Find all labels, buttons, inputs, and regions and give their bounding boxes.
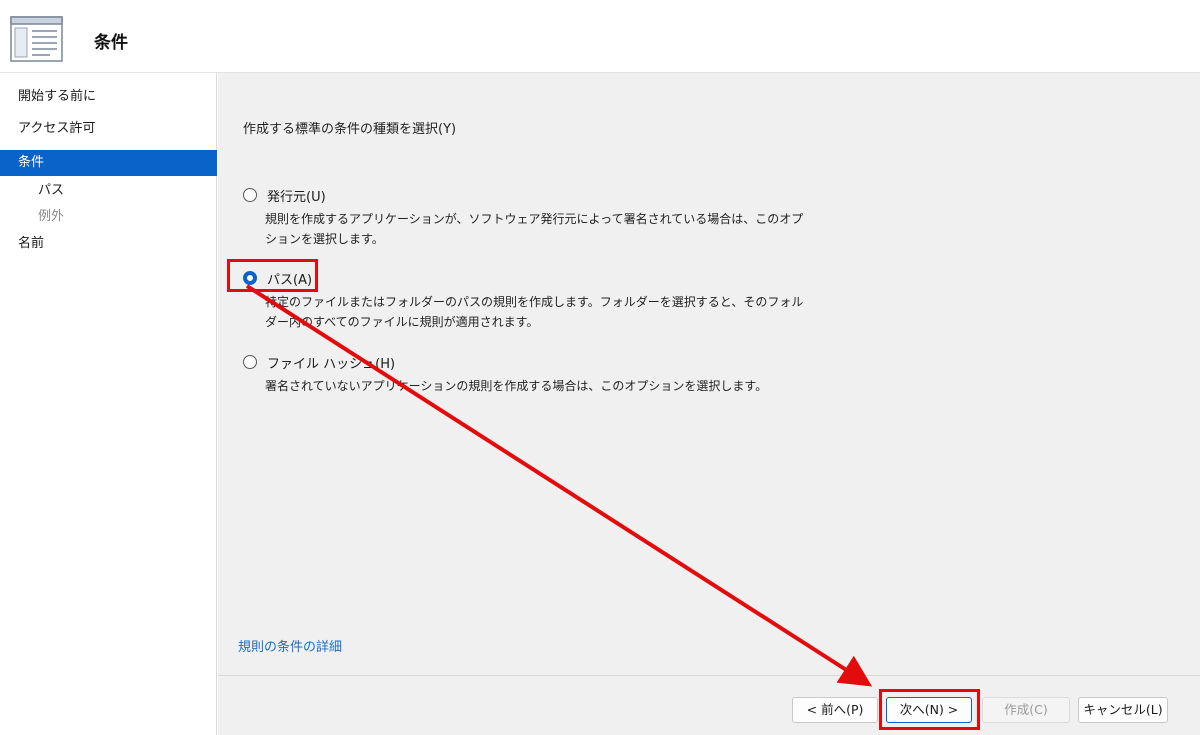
sidebar-item-permissions[interactable]: アクセス許可 <box>0 116 217 142</box>
wizard-header: 条件 <box>0 0 1200 73</box>
sidebar-item-conditions[interactable]: 条件 <box>0 150 217 176</box>
page-title: 条件 <box>94 33 128 53</box>
path-option-highlight <box>227 259 318 292</box>
sidebar-item-path[interactable]: パス <box>0 178 217 204</box>
publisher-radio[interactable] <box>243 188 257 202</box>
next-button-highlight <box>879 689 980 730</box>
prev-button[interactable]: < 前へ(P) <box>792 697 878 723</box>
publisher-label[interactable]: 発行元(U) <box>267 186 326 205</box>
file-hash-description: 署名されていないアプリケーションの規則を作成する場合は、このオプションを選択しま… <box>265 379 768 393</box>
condition-type-prompt: 作成する標準の条件の種類を選択(Y) <box>243 122 457 137</box>
file-hash-radio[interactable] <box>243 355 257 369</box>
footer-divider <box>218 675 1200 676</box>
sidebar-item-name: 名前 <box>18 236 45 251</box>
cancel-button[interactable]: キャンセル(L) <box>1078 697 1168 723</box>
sidebar-item-before-you-begin[interactable]: 開始する前に <box>0 84 217 110</box>
sidebar-item-exceptions: 例外 <box>38 209 65 224</box>
main-content: 作成する標準の条件の種類を選択(Y) 発行元(U) 規則を作成するアプリケーショ… <box>218 73 1200 735</box>
condition-details-link[interactable]: 規則の条件の詳細 <box>238 636 342 655</box>
path-description: 特定のファイルまたはフォルダーのパスの規則を作成します。フォルダーを選択すると、… <box>265 295 804 329</box>
wizard-window-icon <box>10 16 63 62</box>
publisher-description: 規則を作成するアプリケーションが、ソフトウェア発行元によって署名されている場合は… <box>265 212 804 246</box>
wizard-steps-sidebar: 開始する前に アクセス許可 条件 パス 例外 名前 <box>0 73 217 735</box>
create-button: 作成(C) <box>982 697 1070 723</box>
file-hash-label[interactable]: ファイル ハッシュ(H) <box>267 353 395 372</box>
